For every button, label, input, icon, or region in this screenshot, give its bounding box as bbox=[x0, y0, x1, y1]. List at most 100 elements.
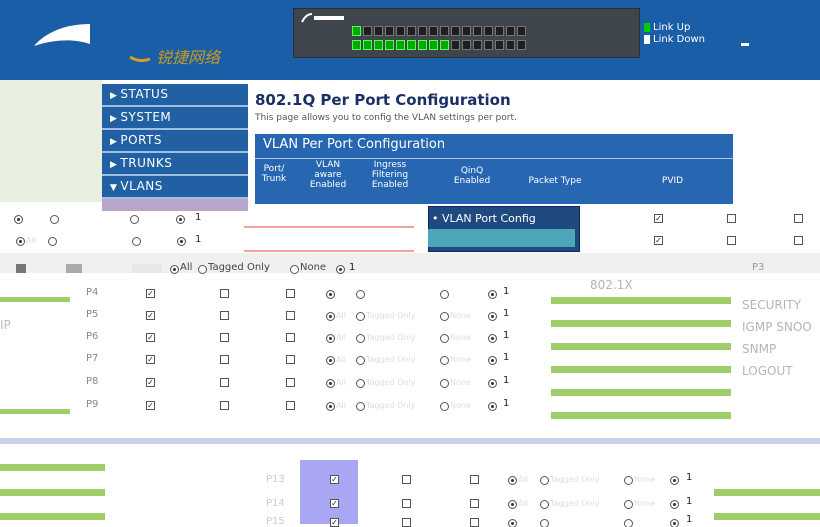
pvid-value[interactable]: 1 bbox=[503, 286, 509, 297]
radio-none[interactable] bbox=[440, 379, 449, 388]
port-led[interactable] bbox=[473, 40, 482, 50]
radio-tagged[interactable] bbox=[540, 476, 549, 485]
port-led[interactable] bbox=[385, 40, 394, 50]
pvid-value[interactable]: 1 bbox=[349, 262, 355, 273]
pvid-value[interactable]: 1 bbox=[503, 375, 509, 386]
nav-system[interactable]: ▶ SYSTEM bbox=[102, 107, 248, 130]
checkbox-vlan-aware[interactable]: ✓ bbox=[330, 475, 339, 484]
pvid-value[interactable]: 1 bbox=[195, 234, 201, 245]
checkbox-vlan-aware[interactable]: ✓ bbox=[654, 214, 663, 223]
radio-all[interactable] bbox=[16, 237, 25, 246]
radio-tagged[interactable] bbox=[198, 265, 207, 274]
radio-none[interactable] bbox=[440, 402, 449, 411]
radio-none[interactable] bbox=[624, 476, 633, 485]
port-led[interactable] bbox=[396, 26, 405, 36]
checkbox-ingress[interactable] bbox=[220, 289, 229, 298]
port-led[interactable] bbox=[495, 40, 504, 50]
pvid-value[interactable]: 1 bbox=[686, 514, 692, 525]
radio-all[interactable] bbox=[508, 500, 517, 509]
checkbox-ingress[interactable] bbox=[402, 475, 411, 484]
checkbox-ingress[interactable] bbox=[727, 214, 736, 223]
pvid-value[interactable]: 1 bbox=[686, 496, 692, 507]
radio-pvid[interactable] bbox=[488, 402, 497, 411]
radio-tagged[interactable] bbox=[356, 402, 365, 411]
checkbox-qinq[interactable] bbox=[286, 378, 295, 387]
checkbox-ingress[interactable] bbox=[220, 378, 229, 387]
radio-tagged[interactable] bbox=[356, 334, 365, 343]
nav-status[interactable]: ▶ STATUS bbox=[102, 84, 248, 107]
checkbox-ingress[interactable] bbox=[220, 311, 229, 320]
checkbox-ingress[interactable] bbox=[220, 355, 229, 364]
radio-pvid[interactable] bbox=[670, 476, 679, 485]
radio-none[interactable] bbox=[132, 237, 141, 246]
checkbox-qinq[interactable] bbox=[470, 499, 479, 508]
checkbox-qinq[interactable] bbox=[470, 518, 479, 527]
radio-all[interactable] bbox=[326, 402, 335, 411]
radio-tagged[interactable] bbox=[540, 500, 549, 509]
checkbox-vlan-aware[interactable]: ✓ bbox=[330, 518, 339, 527]
checkbox-qinq[interactable] bbox=[286, 401, 295, 410]
radio-none[interactable] bbox=[440, 312, 449, 321]
port-led[interactable] bbox=[517, 40, 526, 50]
pvid-value[interactable]: 1 bbox=[503, 398, 509, 409]
radio-none[interactable] bbox=[624, 500, 633, 509]
port-led[interactable] bbox=[451, 26, 460, 36]
port-led[interactable] bbox=[440, 26, 449, 36]
radio-none[interactable] bbox=[440, 290, 449, 299]
checkbox-qinq[interactable] bbox=[794, 214, 803, 223]
port-led[interactable] bbox=[374, 26, 383, 36]
port-led[interactable] bbox=[418, 40, 427, 50]
radio-pvid[interactable] bbox=[488, 356, 497, 365]
port-led[interactable] bbox=[418, 26, 427, 36]
checkbox-vlan-aware[interactable]: ✓ bbox=[146, 355, 155, 364]
port-led[interactable] bbox=[462, 26, 471, 36]
port-led[interactable] bbox=[352, 40, 361, 50]
pvid-value[interactable]: 1 bbox=[686, 472, 692, 483]
checkbox-vlan-aware[interactable]: ✓ bbox=[146, 401, 155, 410]
radio-none[interactable] bbox=[130, 215, 139, 224]
checkbox-ingress[interactable] bbox=[727, 236, 736, 245]
radio-pvid[interactable] bbox=[336, 265, 345, 274]
radio-tagged[interactable] bbox=[356, 312, 365, 321]
port-led[interactable] bbox=[484, 26, 493, 36]
checkbox-vlan-aware[interactable]: ✓ bbox=[146, 289, 155, 298]
radio-all[interactable] bbox=[326, 290, 335, 299]
checkbox-vlan-aware[interactable]: ✓ bbox=[146, 333, 155, 342]
checkbox-qinq[interactable] bbox=[286, 333, 295, 342]
port-led[interactable] bbox=[352, 26, 361, 36]
checkbox-qinq[interactable] bbox=[286, 355, 295, 364]
nav-vlans[interactable]: ▼ VLANS bbox=[102, 176, 248, 199]
radio-all[interactable] bbox=[326, 312, 335, 321]
radio-all[interactable] bbox=[326, 379, 335, 388]
radio-all[interactable] bbox=[508, 519, 517, 527]
checkbox-qinq[interactable] bbox=[794, 236, 803, 245]
radio-tagged[interactable] bbox=[356, 290, 365, 299]
checkbox-vlan-aware[interactable]: ✓ bbox=[146, 311, 155, 320]
port-led[interactable] bbox=[440, 40, 449, 50]
pvid-value[interactable]: 1 bbox=[503, 352, 509, 363]
port-led[interactable] bbox=[407, 40, 416, 50]
port-led[interactable] bbox=[495, 26, 504, 36]
checkbox-vlan-aware[interactable]: ✓ bbox=[654, 236, 663, 245]
radio-pvid[interactable] bbox=[488, 379, 497, 388]
radio-tagged[interactable] bbox=[356, 379, 365, 388]
radio-all[interactable] bbox=[508, 476, 517, 485]
radio-pvid[interactable] bbox=[488, 312, 497, 321]
radio-pvid[interactable] bbox=[488, 334, 497, 343]
port-led[interactable] bbox=[473, 26, 482, 36]
checkbox-vlan-aware[interactable]: ✓ bbox=[330, 499, 339, 508]
pvid-value[interactable]: 1 bbox=[195, 212, 201, 223]
submenu-vlan-port-config[interactable]: • VLAN Port Config bbox=[432, 212, 536, 225]
radio-none[interactable] bbox=[440, 356, 449, 365]
nav-trunks[interactable]: ▶ TRUNKS bbox=[102, 153, 248, 176]
checkbox-ingress[interactable] bbox=[220, 333, 229, 342]
port-led[interactable] bbox=[506, 26, 515, 36]
radio-pvid[interactable] bbox=[670, 519, 679, 527]
radio-tagged[interactable] bbox=[48, 237, 57, 246]
radio-all[interactable] bbox=[170, 265, 179, 274]
port-led[interactable] bbox=[517, 26, 526, 36]
checkbox-qinq[interactable] bbox=[470, 475, 479, 484]
port-led[interactable] bbox=[407, 26, 416, 36]
radio-none[interactable] bbox=[290, 265, 299, 274]
pvid-value[interactable]: 1 bbox=[503, 330, 509, 341]
